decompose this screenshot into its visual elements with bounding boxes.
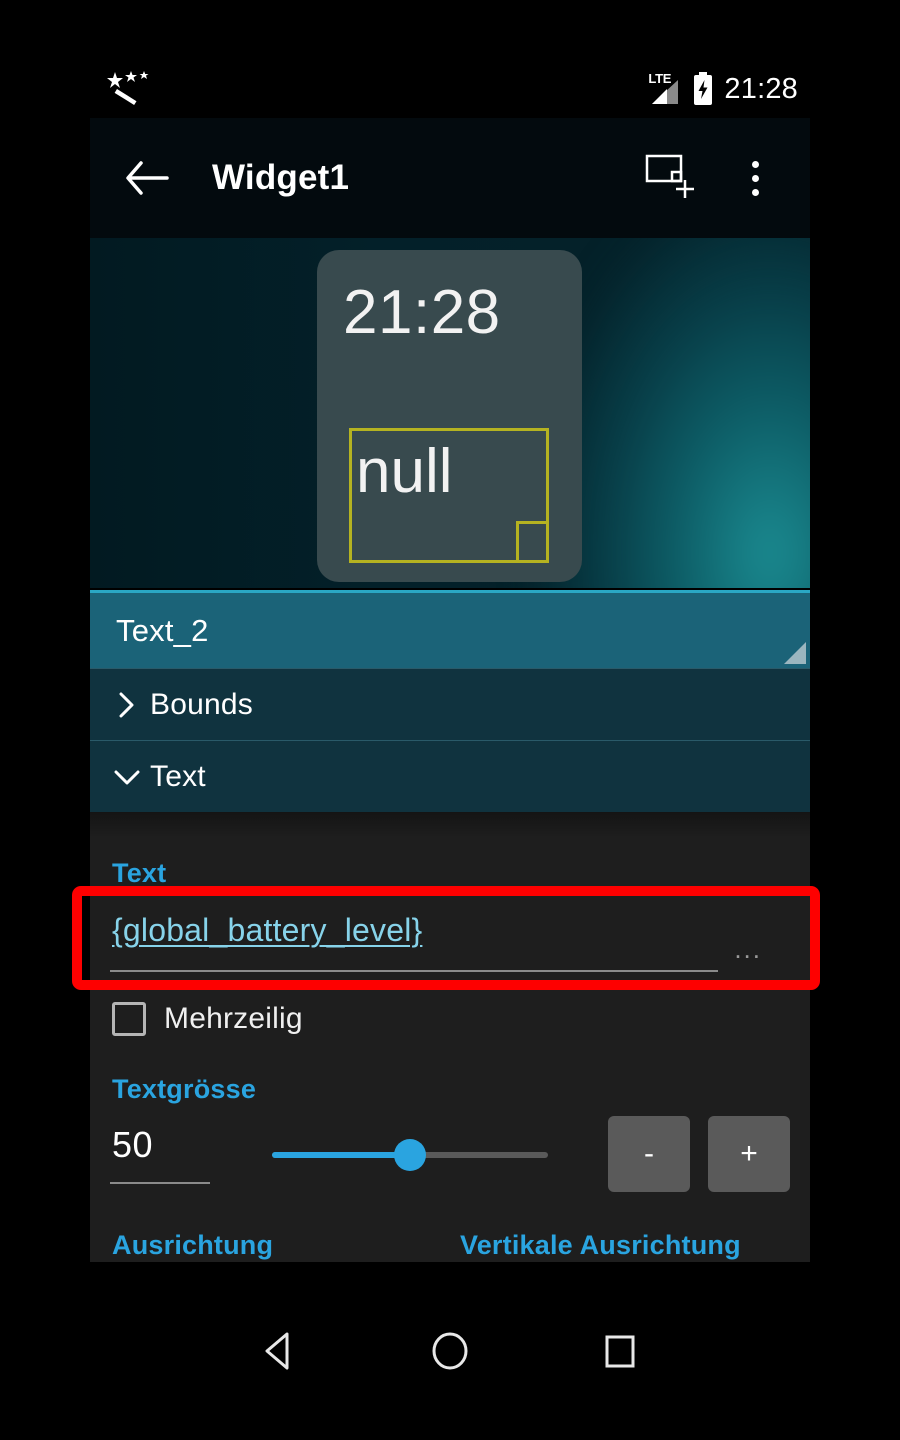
multiline-checkbox-row[interactable]: Mehrzeilig [112,1002,303,1036]
status-system-icons: LTE 21:28 [648,72,798,106]
section-header-text[interactable]: Text [90,740,810,812]
overflow-dot [751,160,759,168]
resize-handle[interactable] [516,521,549,563]
overflow-menu-button[interactable] [730,150,780,206]
text-settings-panel: Text {global_battery_level} ... Mehrzeil… [90,812,810,1262]
widget-card[interactable]: 21:28 null [317,250,582,582]
widget-clock-text: 21:28 [343,278,501,347]
back-arrow-icon [126,161,169,195]
status-notification-icons [106,70,152,108]
selected-layer-label: Text_2 [116,612,209,648]
textsize-decrease-button[interactable]: - [608,1116,690,1192]
chevron-down-icon [112,762,142,792]
nav-home-icon [432,1332,468,1370]
nav-recents-icon [605,1335,635,1368]
section-label-text: Text [150,759,206,793]
selected-layer-bar[interactable]: Text_2 [90,590,810,668]
nav-back-icon [265,1332,289,1370]
selected-element-bounds[interactable]: null [349,428,549,563]
text-more-button[interactable]: ... [734,936,762,962]
magic-wand-icon [107,71,149,106]
text-input[interactable]: {global_battery_level} [112,912,422,949]
chevron-right-icon [112,690,142,720]
textsize-label: Textgrösse [112,1074,257,1104]
multiline-label: Mehrzeilig [164,1002,303,1035]
overflow-dot [751,188,759,196]
add-widget-icon [645,154,694,198]
nav-back-button[interactable] [195,1311,365,1391]
textsize-slider[interactable] [272,1139,548,1171]
vertical-alignment-label: Vertikale Ausrichtung [460,1230,741,1260]
text-value-field[interactable]: {global_battery_level} ... [90,898,810,982]
status-clock: 21:28 [724,73,798,105]
battery-charging-icon [694,72,713,105]
app-bar: Widget1 [90,118,810,238]
nav-home-button[interactable] [365,1311,535,1391]
section-header-bounds[interactable]: Bounds [90,668,810,740]
panel-top-shade [90,812,810,838]
page-title: Widget1 [212,158,350,197]
multiline-checkbox[interactable] [112,1002,146,1036]
status-bar: LTE 21:28 [90,60,810,118]
add-widget-button[interactable] [644,150,700,206]
textsize-underline [110,1182,210,1184]
slider-thumb[interactable] [394,1139,426,1171]
selected-element-text: null [356,437,453,506]
text-field-label: Text [112,858,167,888]
android-nav-bar [0,1262,900,1440]
layer-expand-corner-icon[interactable] [784,642,806,664]
alignment-label: Ausrichtung [112,1230,274,1260]
back-button[interactable] [124,155,170,201]
textsize-value[interactable]: 50 [112,1124,153,1166]
overflow-dot [751,174,759,182]
text-input-underline [110,970,718,972]
phone-screenshot: LTE 21:28 Widget1 21:28 null Text_2 Boun… [0,0,900,1440]
section-label-bounds: Bounds [150,687,253,721]
widget-preview-area[interactable]: 21:28 null [90,238,810,588]
slider-fill [272,1152,410,1158]
nav-recents-button[interactable] [535,1311,705,1391]
signal-icon: LTE [648,72,682,104]
textsize-increase-button[interactable]: + [708,1116,790,1192]
